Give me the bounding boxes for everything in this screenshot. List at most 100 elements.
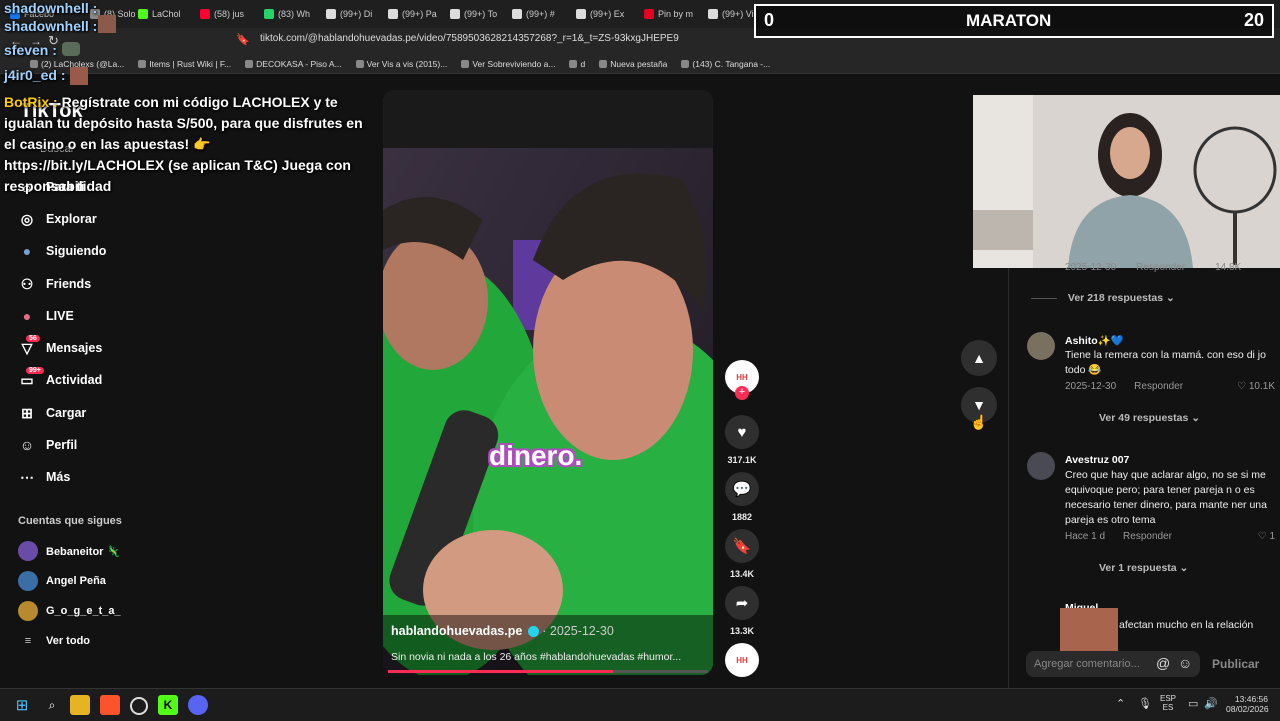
chat-line: shadownhell : — [4, 0, 98, 16]
sidebar-item-explorar[interactable]: ◎ Explorar — [18, 210, 97, 228]
share-count: 13.3K — [729, 626, 755, 636]
tab-label: (99+) Vi — [722, 9, 754, 19]
comment-like[interactable]: ♡ 1 — [1258, 531, 1275, 542]
bookmark-icon[interactable]: 🔖 — [236, 33, 250, 46]
comment-button[interactable]: 💬 1882 — [725, 472, 759, 522]
marathon-left-count: 0 — [764, 10, 775, 30]
home-icon: ⌂ — [22, 179, 32, 195]
bookmark-favicon-icon — [138, 59, 147, 68]
bookmark-item[interactable]: Items | Rust Wiki | F... — [138, 59, 231, 69]
browser-tab[interactable]: (99+) Ex — [576, 4, 634, 24]
chat-line: j4ir0_ed : — [4, 67, 66, 83]
save-button[interactable]: 🔖 13.4K — [725, 529, 759, 579]
share-button[interactable]: ➦ 13.3K — [725, 586, 759, 636]
comment-author[interactable]: Avestruz 007 — [1065, 454, 1129, 466]
tab-favicon-icon — [450, 9, 460, 19]
file-explorer-icon[interactable] — [70, 695, 90, 715]
browser-tab[interactable]: (83) Wh — [264, 4, 322, 24]
volume-icon[interactable]: 🔊 — [1204, 697, 1218, 710]
sidebar-item-live[interactable]: ● LIVE — [18, 307, 74, 325]
network-icon[interactable]: ▭ — [1188, 697, 1198, 710]
windows-start-icon[interactable]: ⊞ — [12, 695, 32, 715]
bookmark-item[interactable]: (143) C. Tangana -... — [681, 59, 770, 69]
like-count: 317.1K — [727, 455, 757, 465]
followed-account[interactable]: Bebaneitor 🦎 — [18, 541, 120, 561]
mention-icon[interactable]: @ — [1156, 655, 1170, 671]
followed-account[interactable]: Angel Peña — [18, 571, 106, 591]
like-button[interactable]: ♥ 317.1K — [725, 415, 759, 465]
bookmark-item[interactable]: DECOKASA - Piso A... — [245, 59, 342, 69]
tab-label: (99+) # — [526, 9, 555, 19]
kick-icon[interactable]: K — [158, 695, 178, 715]
reply-button[interactable]: Responder — [1123, 531, 1172, 542]
avatar — [18, 541, 38, 561]
emoji-icon[interactable]: ☺ — [1178, 655, 1192, 671]
tab-label: (99+) Di — [340, 9, 373, 19]
chevron-down-icon: ▼ — [972, 397, 986, 413]
sidebar-item-siguiendo[interactable]: ● Siguiendo — [18, 242, 107, 260]
search-icon[interactable]: ⌕ — [42, 695, 62, 715]
tab-favicon-icon — [264, 9, 274, 19]
verified-icon — [527, 626, 539, 638]
clock[interactable]: 13:46:56 08/02/2026 — [1226, 694, 1269, 714]
bookmark-favicon-icon — [681, 59, 690, 68]
avatar — [18, 601, 38, 621]
browser-tab[interactable]: LaChol — [138, 4, 196, 24]
browser-tab[interactable]: (99+) Di — [326, 4, 384, 24]
browser-tab[interactable]: (99+) Pa — [388, 4, 446, 24]
view-replies-button[interactable]: Ver 218 respuestas ⌄ — [1031, 292, 1175, 304]
follow-plus-icon[interactable]: + — [735, 386, 749, 400]
video-author[interactable]: hablandohuevadas.pe · 2025-12-30 — [391, 624, 614, 638]
reply-button[interactable]: Responder — [1134, 381, 1183, 392]
mouse-cursor-icon: ☝ — [970, 414, 988, 430]
language-indicator[interactable]: ESP ES — [1160, 694, 1176, 712]
music-disc-icon: HH — [725, 643, 759, 677]
creator-avatar[interactable]: HH + — [725, 360, 759, 400]
browser-tab[interactable]: (99+) # — [512, 4, 570, 24]
browser-tab[interactable]: (99+) To — [450, 4, 508, 24]
avatar[interactable] — [1027, 332, 1055, 360]
browser-tab[interactable]: Pin by m — [644, 4, 702, 24]
tab-label: LaChol — [152, 9, 181, 19]
bookmark-item[interactable]: Ver Vis a vis (2015)... — [355, 59, 447, 69]
tab-label: (83) Wh — [278, 9, 311, 19]
comment-input[interactable]: Agregar comentario... @ ☺ — [1026, 651, 1200, 677]
tab-favicon-icon — [708, 9, 718, 19]
marathon-title: MARATON — [966, 11, 1052, 30]
reply-button[interactable]: Responder — [1136, 262, 1185, 273]
comment-meta: 2025-12-30 Responder 14.8K — [1065, 262, 1242, 273]
profile-icon: ☺ — [19, 437, 35, 453]
bookmark-item[interactable]: Ver Sobreviviendo a... — [461, 59, 555, 69]
comment-author[interactable]: Ashito✨💙 — [1065, 334, 1124, 347]
previous-video-button[interactable]: ▲ — [961, 340, 997, 376]
microphone-icon[interactable]: 🎙 — [1138, 697, 1152, 710]
bookmark-item[interactable]: Nueva pestaña — [599, 59, 667, 69]
share-icon: ➦ — [725, 586, 759, 620]
comment-like[interactable]: ♡ 10.1K — [1237, 381, 1275, 392]
emote-icon — [70, 67, 88, 85]
sidebar-item-friends[interactable]: ⚇ Friends — [18, 275, 91, 293]
sidebar-item-cargar[interactable]: ⊞ Cargar — [18, 404, 86, 422]
brave-browser-icon[interactable] — [100, 695, 120, 715]
video-player[interactable] — [383, 90, 713, 675]
discord-icon[interactable] — [188, 695, 208, 715]
sidebar-item-para-ti[interactable]: ⌂ Para ti — [18, 178, 84, 196]
followed-account[interactable]: G_o_g_e_t_a_ — [18, 601, 121, 621]
emote-icon — [1060, 608, 1118, 656]
bookmark-item[interactable]: d — [569, 59, 585, 69]
bookmark-favicon-icon — [355, 59, 364, 68]
view-replies-button[interactable]: Ver 49 respuestas ⌄ — [1099, 412, 1200, 424]
view-replies-button[interactable]: Ver 1 respuesta ⌄ — [1099, 562, 1188, 574]
sidebar-item-perfil[interactable]: ☺ Perfil — [18, 436, 77, 454]
sidebar-item-m-s[interactable]: ⋯ Más — [18, 468, 70, 486]
obs-icon[interactable] — [130, 697, 148, 715]
chevron-up-icon[interactable]: ⌃ — [1116, 697, 1125, 710]
sound-disc[interactable]: HH — [725, 643, 759, 677]
bookmarks-bar: (2) LaCholexs (@La... Items | Rust Wiki |… — [0, 54, 1280, 74]
browser-tab[interactable]: (58) jus — [200, 4, 258, 24]
see-all-link[interactable]: ≡ Ver todo — [18, 635, 90, 647]
avatar[interactable] — [1027, 452, 1055, 480]
post-button[interactable]: Publicar — [1212, 657, 1259, 671]
tab-favicon-icon — [512, 9, 522, 19]
url-field[interactable]: tiktok.com/@hablandohuevadas.pe/video/75… — [260, 33, 820, 49]
